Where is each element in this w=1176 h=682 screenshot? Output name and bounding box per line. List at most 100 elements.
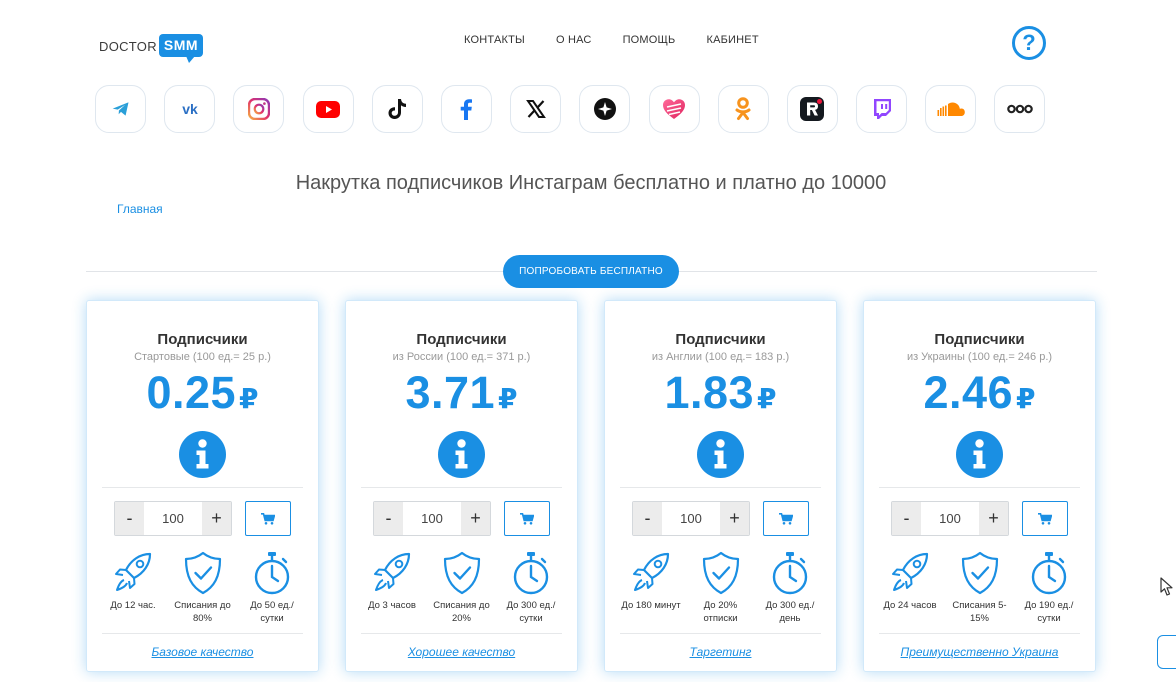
- card-divider: [361, 633, 562, 634]
- rocket-icon: [633, 552, 670, 591]
- feature-rate-text: До 300 ед./ день: [765, 600, 815, 624]
- add-to-cart-button[interactable]: [504, 501, 550, 536]
- quantity-input[interactable]: 100: [662, 511, 720, 526]
- rocket-icon: [374, 552, 411, 591]
- ruble-sign: ₽: [239, 383, 259, 414]
- decrement-button[interactable]: -: [374, 502, 403, 535]
- increment-button[interactable]: +: [979, 502, 1008, 535]
- ruble-sign: ₽: [757, 383, 777, 414]
- quantity-stepper: - 100 +: [891, 501, 1009, 536]
- card-divider: [102, 633, 303, 634]
- quantity-stepper: - 100 +: [114, 501, 232, 536]
- facebook-icon[interactable]: [440, 85, 492, 133]
- card-title: Подписчики: [934, 331, 1025, 348]
- add-to-cart-button[interactable]: [763, 501, 809, 536]
- card-title: Подписчики: [157, 331, 248, 348]
- quantity-input[interactable]: 100: [921, 511, 979, 526]
- card-price: 0.25 ₽: [87, 367, 318, 419]
- x-twitter-icon[interactable]: [510, 85, 562, 133]
- rocket-icon: [892, 552, 929, 591]
- stopwatch-icon: [1031, 552, 1067, 595]
- vk-icon[interactable]: vk: [164, 85, 216, 133]
- feature-speed: До 3 часов: [358, 551, 426, 625]
- feature-drop: Списания до 20%: [428, 551, 496, 625]
- card-features: До 12 час. Списания до 80% До 50 ед./ су…: [99, 551, 306, 625]
- twitch-icon[interactable]: [856, 85, 908, 133]
- card-features: До 3 часов Списания до 20% До 300 ед./ с…: [358, 551, 565, 625]
- info-icon[interactable]: [179, 431, 226, 478]
- card-price: 1.83 ₽: [605, 367, 836, 419]
- quality-link[interactable]: Хорошее качество: [346, 645, 577, 659]
- card-subtitle: из России (100 ед.= 371 р.): [392, 351, 531, 363]
- quality-link[interactable]: Преимущественно Украина: [864, 645, 1095, 659]
- likee-icon[interactable]: [648, 85, 700, 133]
- rocket-icon: [115, 552, 152, 591]
- instagram-icon[interactable]: [233, 85, 285, 133]
- feature-rate: До 300 ед./ сутки: [497, 551, 565, 625]
- soundcloud-icon[interactable]: [925, 85, 977, 133]
- ruble-sign: ₽: [1016, 383, 1036, 414]
- quality-link[interactable]: Базовое качество: [87, 645, 318, 659]
- page-title: Накрутка подписчиков Инстаграм бесплатно…: [295, 172, 887, 194]
- quantity-input[interactable]: 100: [144, 511, 202, 526]
- feature-speed-text: До 12 час.: [110, 600, 156, 611]
- feature-drop: Списания 5-15%: [946, 551, 1014, 625]
- side-widget-button[interactable]: [1157, 635, 1176, 669]
- increment-button[interactable]: +: [202, 502, 231, 535]
- feature-drop: Списания до 80%: [169, 551, 237, 625]
- shield-check-icon: [184, 551, 221, 595]
- card-divider: [102, 487, 303, 488]
- feature-rate-text: До 50 ед./ сутки: [250, 600, 294, 624]
- question-circle-icon[interactable]: ?: [1012, 26, 1046, 60]
- logo[interactable]: DOCTOR SMM: [99, 30, 204, 63]
- youtube-icon[interactable]: [302, 85, 354, 133]
- feature-speed: До 24 часов: [876, 551, 944, 625]
- social-networks: vk: [95, 85, 1064, 133]
- nav-about[interactable]: О НАС: [556, 34, 592, 46]
- top-nav: КОНТАКТЫ О НАС ПОМОЩЬ КАБИНЕТ: [464, 34, 790, 46]
- try-free-button[interactable]: ПОПРОБОВАТЬ БЕСПЛАТНО: [503, 255, 679, 288]
- quantity-input[interactable]: 100: [403, 511, 461, 526]
- card-divider: [879, 487, 1080, 488]
- nav-cabinet[interactable]: КАБИНЕТ: [706, 34, 758, 46]
- breadcrumb-home[interactable]: Главная: [117, 202, 163, 216]
- logo-doctor-text: DOCTOR: [99, 38, 157, 54]
- feature-speed: До 180 минут: [617, 551, 685, 625]
- service-card: Подписчики из Украины (100 ед.= 246 р.) …: [863, 300, 1096, 672]
- ruble-sign: ₽: [498, 383, 518, 414]
- card-features: До 180 минут До 20% отписки До 300 ед./ …: [617, 551, 824, 625]
- feature-rate-text: До 190 ед./ сутки: [1024, 600, 1074, 624]
- feature-rate: До 190 ед./ сутки: [1015, 551, 1083, 625]
- card-title: Подписчики: [416, 331, 507, 348]
- decrement-button[interactable]: -: [633, 502, 662, 535]
- tiktok-icon[interactable]: [371, 85, 423, 133]
- price-value: 3.71: [405, 367, 496, 418]
- decrement-button[interactable]: -: [115, 502, 144, 535]
- add-to-cart-button[interactable]: [1022, 501, 1068, 536]
- odnoklassniki-icon[interactable]: [717, 85, 769, 133]
- feature-speed-text: До 3 часов: [368, 600, 416, 611]
- nav-contacts[interactable]: КОНТАКТЫ: [464, 34, 525, 46]
- quality-link[interactable]: Таргетинг: [605, 645, 836, 659]
- add-to-cart-button[interactable]: [245, 501, 291, 536]
- card-divider: [620, 487, 821, 488]
- feature-drop: До 20% отписки: [687, 551, 755, 625]
- price-value: 0.25: [146, 367, 237, 418]
- threads-icon[interactable]: [579, 85, 631, 133]
- quantity-stepper: - 100 +: [373, 501, 491, 536]
- info-icon[interactable]: [438, 431, 485, 478]
- card-divider: [361, 487, 562, 488]
- service-card: Подписчики Стартовые (100 ед.= 25 р.) 0.…: [86, 300, 319, 672]
- increment-button[interactable]: +: [720, 502, 749, 535]
- card-subtitle: Стартовые (100 ед.= 25 р.): [134, 351, 271, 363]
- info-icon[interactable]: [956, 431, 1003, 478]
- nav-help[interactable]: ПОМОЩЬ: [623, 34, 676, 46]
- increment-button[interactable]: +: [461, 502, 490, 535]
- telegram-icon[interactable]: [95, 85, 146, 133]
- info-icon[interactable]: [697, 431, 744, 478]
- decrement-button[interactable]: -: [892, 502, 921, 535]
- more-icon[interactable]: [994, 85, 1046, 133]
- rutube-icon[interactable]: [786, 85, 838, 133]
- feature-rate: До 50 ед./ сутки: [238, 551, 306, 625]
- shield-check-icon: [443, 551, 480, 595]
